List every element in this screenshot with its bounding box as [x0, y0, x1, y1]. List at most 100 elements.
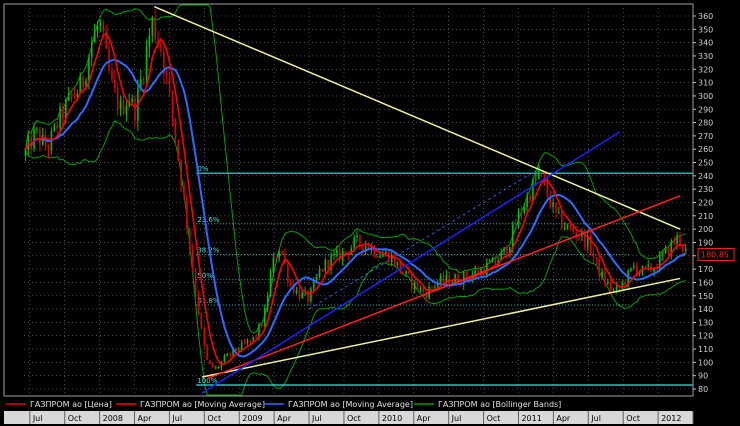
- candle-body: [165, 73, 168, 76]
- y-tick-label: 190: [698, 238, 713, 247]
- candle-body: [607, 282, 609, 284]
- candle-body: [108, 48, 110, 70]
- legend-label: ГАЗПРОМ ао [Bollinger Bands]: [438, 400, 561, 409]
- candle-body: [114, 79, 116, 89]
- x-tick-label: Oct: [487, 414, 501, 423]
- candle-body: [382, 254, 384, 257]
- candle-body: [269, 272, 272, 296]
- x-tick-label: Apr: [696, 414, 711, 423]
- candle-body: [249, 340, 252, 342]
- y-tick-label: 200: [698, 225, 713, 234]
- candle-body: [131, 98, 133, 102]
- legend-label: ГАЗПРОМ ао [Moving Average]: [140, 400, 265, 409]
- x-tick-label: Apr: [277, 414, 292, 423]
- candle-body: [119, 100, 122, 110]
- candle-body: [624, 283, 626, 286]
- candle-body: [287, 263, 289, 283]
- candle-body: [520, 211, 523, 214]
- candle-body: [653, 269, 655, 272]
- candle-body: [503, 247, 505, 252]
- candle-body: [266, 295, 269, 309]
- candle-body: [183, 185, 185, 198]
- candle-body: [99, 22, 102, 27]
- candle-body: [24, 149, 27, 156]
- candle-body: [563, 228, 566, 230]
- stock-chart: 0%23.6%38.2%50%61.8%100% 809010011012013…: [0, 0, 740, 426]
- candle-body: [180, 159, 182, 186]
- candle-body: [255, 336, 257, 338]
- y-tick-label: 160: [698, 278, 713, 287]
- candle-body: [62, 107, 64, 119]
- candle-body: [558, 212, 560, 214]
- x-tick-label: 2008: [103, 414, 123, 423]
- x-tick-label: Apr: [556, 414, 571, 423]
- candle-body: [321, 269, 324, 271]
- candle-body: [67, 93, 70, 100]
- candle-body: [601, 271, 603, 277]
- x-tick-label: Oct: [626, 414, 640, 423]
- candle-body: [416, 282, 419, 291]
- y-tick-label: 310: [698, 79, 713, 88]
- x-tick-label: 2010: [382, 414, 402, 423]
- candle-body: [439, 275, 442, 283]
- last-price-marker: 180,85: [697, 247, 735, 261]
- x-tick-label: Oct: [347, 414, 361, 423]
- candle-body: [598, 259, 601, 277]
- candle-body: [226, 353, 229, 356]
- candle-body: [246, 340, 249, 344]
- y-tick-label: 350: [698, 25, 713, 34]
- candle-body: [630, 267, 632, 271]
- y-tick-label: 260: [698, 145, 713, 154]
- y-tick-label: 90: [698, 372, 708, 381]
- candle-body: [532, 179, 534, 201]
- y-tick-label: 240: [698, 172, 713, 181]
- candle-body: [212, 363, 214, 368]
- candle-body: [171, 91, 174, 119]
- candle-body: [609, 282, 612, 291]
- candle-body: [333, 253, 335, 256]
- candle-body: [263, 308, 266, 327]
- candle-body: [353, 237, 355, 248]
- candle-body: [134, 98, 136, 121]
- y-tick-label: 80: [698, 385, 708, 394]
- candle-body: [682, 246, 684, 252]
- x-tick-label: Oct: [68, 414, 82, 423]
- candle-body: [53, 124, 56, 131]
- candle-body: [307, 290, 309, 302]
- candle-body: [442, 275, 445, 282]
- candle-body: [361, 245, 364, 251]
- candle-body: [465, 272, 468, 278]
- candle-body: [197, 293, 200, 314]
- x-axis: Jul Oct 2008 Apr Jul Oct 2009 Apr Jul Oct 2010 Apr J…: [4, 411, 711, 424]
- candle-body: [168, 75, 171, 92]
- fib-level-label: 100%: [197, 377, 217, 385]
- y-tick-label: 210: [698, 212, 713, 221]
- candle-body: [301, 291, 304, 299]
- candle-body: [604, 271, 606, 284]
- candle-body: [324, 259, 327, 271]
- candle-body: [125, 105, 128, 115]
- y-tick-label: 130: [698, 318, 713, 327]
- candle-body: [647, 264, 650, 267]
- x-tick-label: Jul: [451, 414, 462, 423]
- candle-body: [684, 248, 687, 252]
- candle-body: [289, 282, 292, 285]
- candle-body: [422, 287, 425, 293]
- x-tick-label: Jul: [590, 414, 601, 423]
- x-tick-label: Jul: [311, 414, 322, 423]
- candle-body: [122, 100, 125, 115]
- candle-body: [191, 249, 194, 271]
- candle-body: [93, 31, 96, 43]
- y-tick-label: 320: [698, 65, 713, 74]
- candle-body: [258, 324, 260, 337]
- candle-body: [555, 202, 557, 213]
- candle-body: [73, 95, 76, 97]
- candle-body: [252, 336, 255, 341]
- fib-level-label: 23.6%: [197, 216, 220, 224]
- candle-body: [448, 274, 451, 285]
- x-tick-label: Apr: [138, 414, 153, 423]
- y-tick-label: 110: [698, 345, 713, 354]
- candle-body: [411, 273, 413, 289]
- y-tick-label: 140: [698, 305, 713, 314]
- y-tick-label: 220: [698, 199, 713, 208]
